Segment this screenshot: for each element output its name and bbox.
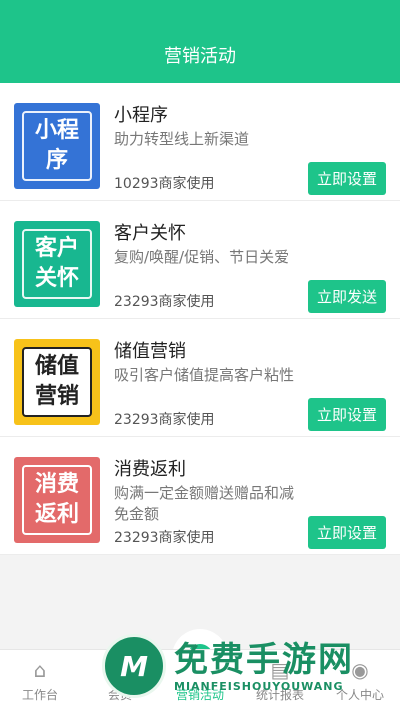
activity-desc: 购满一定金额赠送赠品和减免金额: [114, 484, 295, 523]
tile-text: 消费 返利: [22, 465, 92, 535]
home-icon: ⌂: [33, 658, 47, 682]
tile-line-2: 营销: [34, 384, 79, 409]
tile-line-1: 客户: [34, 236, 79, 261]
mini-program-tile: 小程 序: [14, 103, 100, 189]
tile-text: 储值 营销: [22, 347, 92, 417]
watermark-logo-letter: M: [120, 649, 148, 683]
activity-list: 小程 序 小程序 助力转型线上新渠道 10293商家使用 立即设置 客户 关怀 …: [0, 83, 400, 555]
activity-usage: 10293商家使用: [114, 176, 215, 192]
setup-button[interactable]: 立即设置: [308, 398, 386, 431]
setup-button[interactable]: 立即设置: [308, 516, 386, 549]
activity-title: 小程序: [114, 105, 168, 126]
activity-usage: 23293商家使用: [114, 294, 215, 310]
activity-title: 消费返利: [114, 459, 186, 480]
activity-title: 客户关怀: [114, 223, 186, 244]
watermark-en: MIANFEISHOUYOUWANG: [174, 679, 344, 693]
activity-card-customer-care: 客户 关怀 客户关怀 复购/唤醒/促销、节日关爱 23293商家使用 立即发送: [0, 201, 400, 319]
page-title: 营销活动: [164, 46, 236, 67]
tile-line-2: 序: [45, 148, 68, 173]
tile-line-1: 储值: [34, 354, 79, 379]
send-button[interactable]: 立即发送: [308, 280, 386, 313]
tile-line-2: 返利: [34, 502, 79, 527]
activity-desc: 助力转型线上新渠道: [114, 130, 250, 148]
tile-line-1: 小程: [34, 118, 79, 143]
stored-value-tile: 储值 营销: [14, 339, 100, 425]
activity-usage: 23293商家使用: [114, 412, 215, 428]
activity-usage: 23293商家使用: [114, 530, 215, 546]
activity-desc: 复购/唤醒/促销、节日关爱: [114, 248, 290, 266]
watermark-text: 免费手游网 MIANFEISHOUYOUWANG: [174, 640, 354, 693]
watermark-logo: M: [102, 634, 166, 698]
tile-text: 客户 关怀: [22, 229, 92, 299]
tile-text: 小程 序: [22, 111, 92, 181]
status-bar: [0, 0, 400, 27]
activity-desc: 吸引客户储值提高客户粘性: [114, 366, 295, 384]
activity-title: 储值营销: [114, 341, 186, 362]
activity-card-stored-value: 储值 营销 储值营销 吸引客户储值提高客户粘性 23293商家使用 立即设置: [0, 319, 400, 437]
watermark: M 免费手游网 MIANFEISHOUYOUWANG: [102, 625, 400, 707]
tab-workbench[interactable]: ⌂ 工作台: [0, 650, 80, 711]
activity-card-mini-program: 小程 序 小程序 助力转型线上新渠道 10293商家使用 立即设置: [0, 83, 400, 201]
setup-button[interactable]: 立即设置: [308, 162, 386, 195]
tab-label: 工作台: [21, 688, 58, 702]
tile-line-1: 消费: [34, 472, 79, 497]
rebate-tile: 消费 返利: [14, 457, 100, 543]
activity-card-rebate: 消费 返利 消费返利 购满一定金额赠送赠品和减免金额 23293商家使用 立即设…: [0, 437, 400, 555]
watermark-cn: 免费手游网: [174, 639, 354, 680]
customer-care-tile: 客户 关怀: [14, 221, 100, 307]
title-bar: 营销活动: [0, 27, 400, 83]
tile-line-2: 关怀: [34, 266, 79, 291]
